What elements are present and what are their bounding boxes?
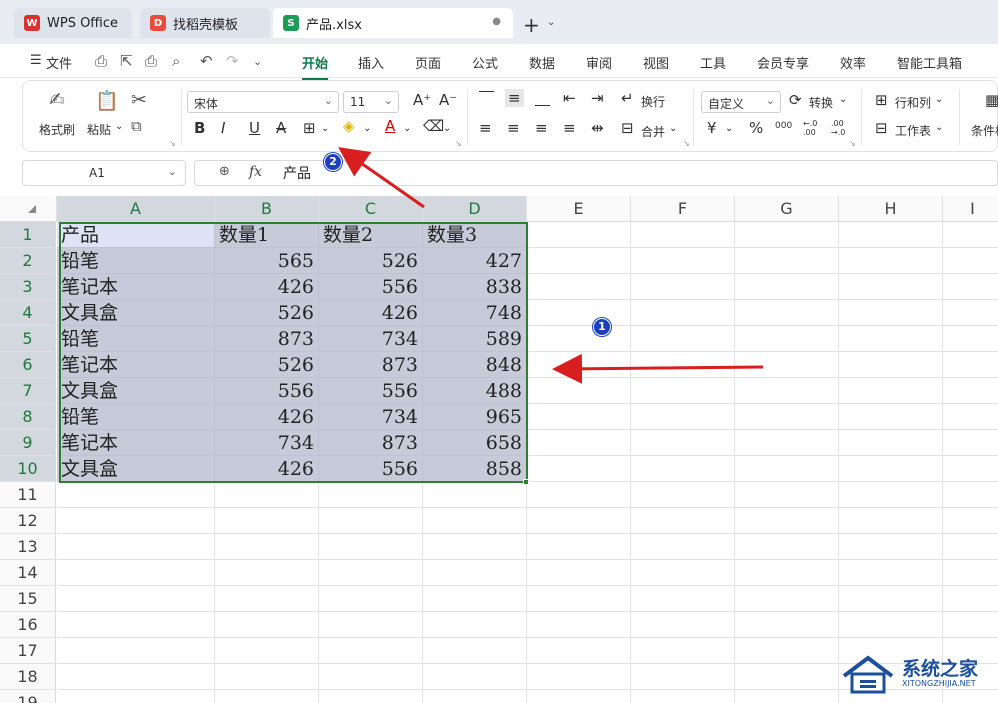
wps-spreadsheet-window: W WPS Office D 找稻壳模板 S 产品.xlsx ● + ⌄ ☰ 文… <box>0 0 998 703</box>
arrow-to-selection <box>552 353 764 384</box>
step-badge-2: 2 <box>324 153 342 171</box>
watermark-title: 系统之家 <box>902 658 979 680</box>
annotation-arrows <box>338 147 764 384</box>
watermark-url: XITONGZHIJIA.NET <box>902 679 976 688</box>
arrow-to-border-button <box>338 147 425 209</box>
house-logo-icon <box>842 655 894 694</box>
watermark: 系统之家 XITONGZHIJIA.NET <box>840 652 990 696</box>
step-badge-1: 1 <box>593 318 611 336</box>
